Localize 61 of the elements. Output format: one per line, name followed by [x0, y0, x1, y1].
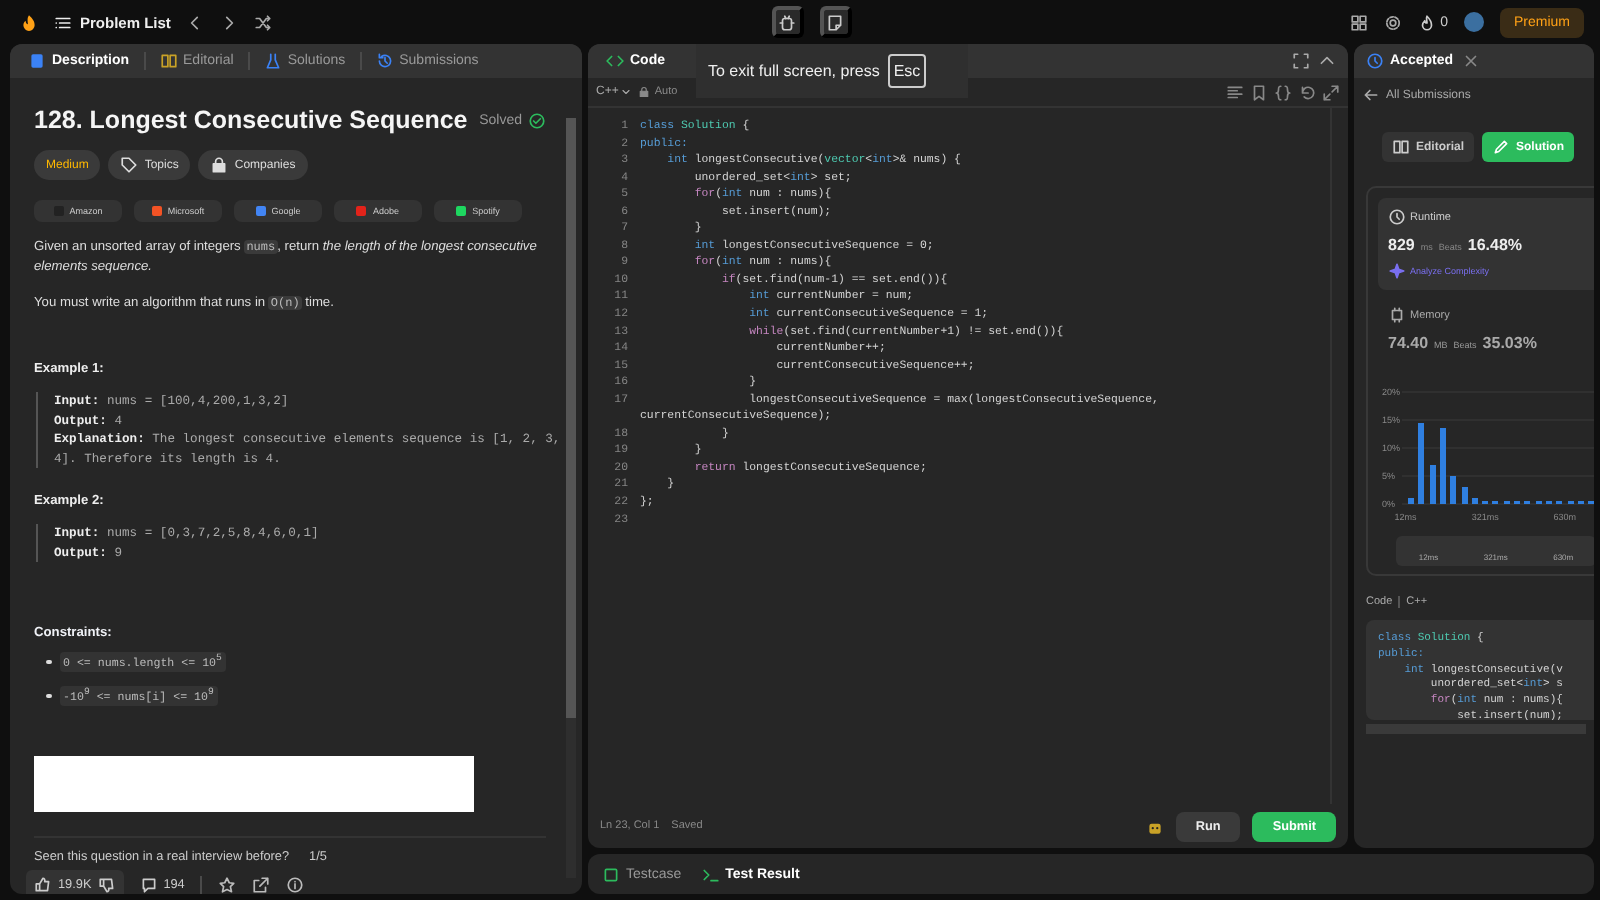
- book-icon: [1392, 138, 1410, 156]
- undo-icon[interactable]: [1298, 83, 1316, 101]
- lock-icon: [638, 86, 651, 98]
- memory-percentile: 35.03%: [1482, 334, 1537, 352]
- format-icon[interactable]: [1226, 83, 1244, 101]
- caret-icon: [620, 86, 633, 98]
- clock-icon: [1388, 208, 1406, 226]
- arrow-left-icon: [1362, 86, 1380, 104]
- thumbs-up-icon: [34, 876, 52, 894]
- speech-bubble-icon: [139, 876, 158, 894]
- notes-button[interactable]: [819, 6, 852, 38]
- histogram-bar: [1440, 428, 1446, 504]
- bookmark-icon[interactable]: [1250, 83, 1268, 101]
- settings-icon[interactable]: [1384, 13, 1403, 31]
- lock-icon: [210, 156, 229, 174]
- share-icon[interactable]: [252, 876, 271, 894]
- runtime-value: 829: [1388, 236, 1415, 254]
- expand-icon[interactable]: [1322, 83, 1340, 101]
- histogram-bar: [1418, 422, 1424, 504]
- list-icon: [54, 13, 72, 31]
- grid-icon[interactable]: [1350, 13, 1369, 31]
- flask-icon: [263, 52, 282, 70]
- history-icon: [375, 52, 394, 70]
- book-icon: [159, 52, 178, 70]
- avatar[interactable]: [1463, 12, 1484, 32]
- memory-value: 74.40: [1388, 334, 1429, 352]
- code-icon: [606, 52, 624, 70]
- flame-logo-icon[interactable]: [20, 13, 38, 31]
- histogram-bar: [1462, 487, 1468, 504]
- pencil-icon: [1492, 138, 1511, 156]
- bullet: [46, 693, 51, 699]
- star-icon[interactable]: [218, 876, 237, 894]
- close-icon[interactable]: [1461, 52, 1480, 70]
- note-icon: [826, 13, 845, 31]
- thumbs-down-icon: [97, 876, 116, 894]
- histogram-bar: [1472, 498, 1478, 504]
- tag-icon: [120, 156, 139, 174]
- scrollbar[interactable]: [566, 118, 576, 878]
- chevron-up-icon[interactable]: [1318, 52, 1336, 70]
- histogram-bar: [1408, 498, 1414, 504]
- histogram-bar: [1430, 464, 1436, 504]
- shuffle-icon[interactable]: [254, 13, 273, 31]
- bug-icon: [778, 13, 797, 31]
- fullscreen-toast: To exit full screen, press Esc: [696, 44, 968, 98]
- histogram-bar: [1450, 476, 1456, 504]
- fullscreen-icon[interactable]: [1292, 52, 1310, 70]
- terminal-icon: [701, 865, 720, 883]
- document-icon: [28, 52, 46, 70]
- checkbox-icon: [602, 865, 620, 883]
- clock-icon: [1366, 52, 1384, 70]
- runtime-percentile: 16.48%: [1467, 236, 1523, 254]
- debug-button[interactable]: [771, 6, 804, 38]
- sparkle-icon: [1388, 262, 1406, 280]
- chip-icon: [1388, 306, 1406, 324]
- info-icon[interactable]: [286, 876, 305, 894]
- check-circle-icon: [528, 111, 546, 129]
- chevron-right-icon[interactable]: [220, 13, 239, 31]
- braces-icon[interactable]: [1274, 83, 1292, 101]
- bullet: [46, 659, 51, 665]
- problem-title: 128. Longest Consecutive Sequence: [34, 106, 468, 134]
- flame-icon: [1418, 13, 1437, 31]
